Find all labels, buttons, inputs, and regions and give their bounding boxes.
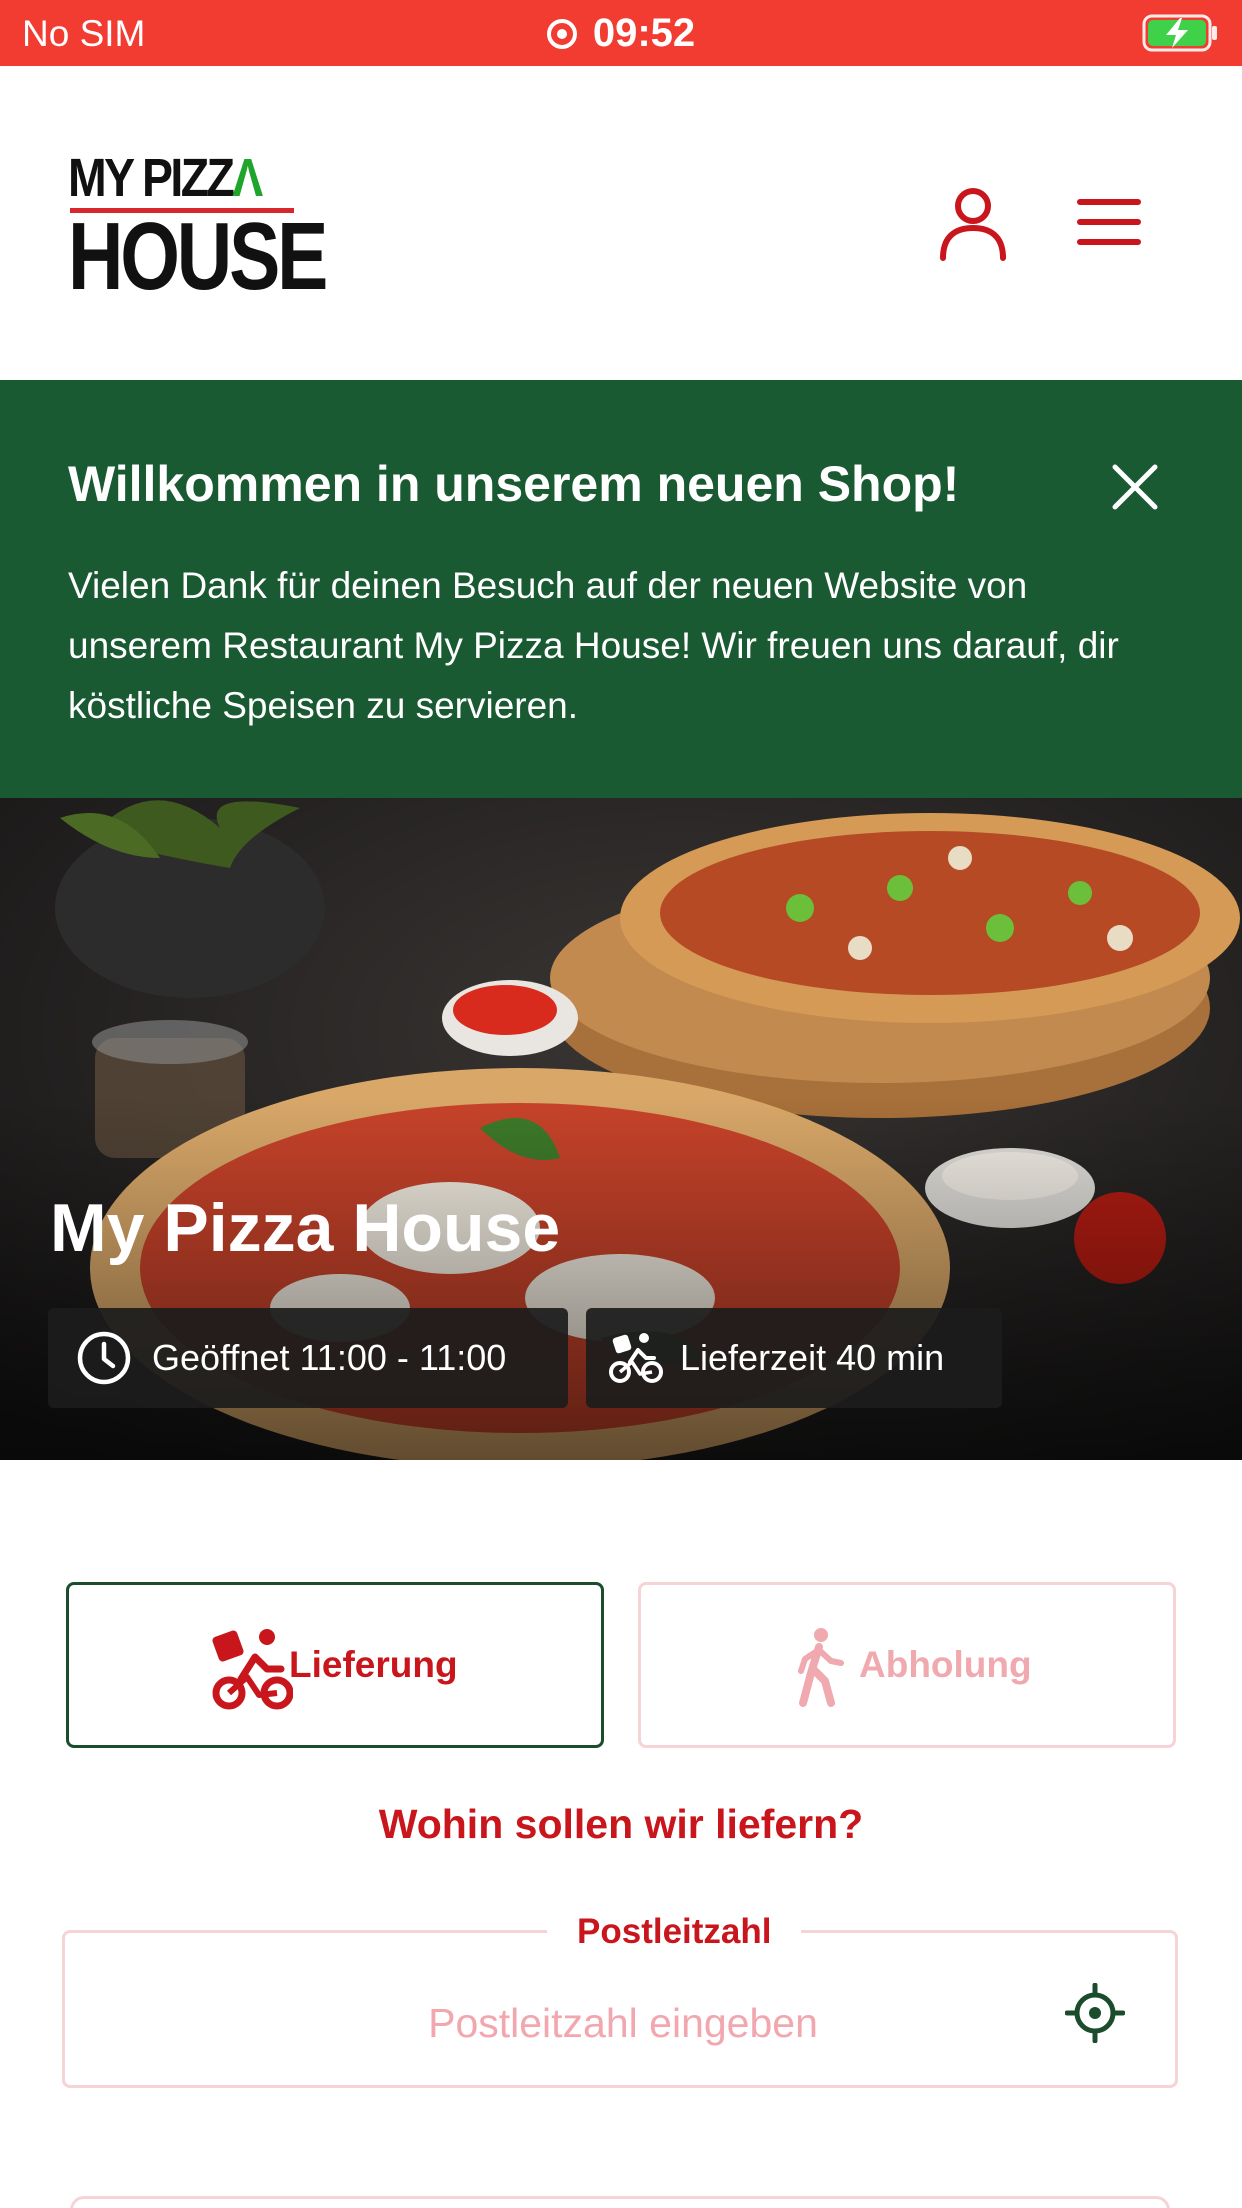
locate-crosshair-icon[interactable]: [1065, 1983, 1125, 2043]
hero-section: My Pizza House Geöffnet 11:00 - 11:00 Li…: [0, 798, 1242, 1460]
status-time: 09:52: [592, 11, 696, 55]
user-icon[interactable]: [938, 186, 1008, 262]
cyclist-icon: [609, 1333, 663, 1383]
clock-icon: [77, 1331, 131, 1385]
delivery-time-text: Lieferzeit 40 min: [680, 1337, 945, 1378]
logo-line2: HOUSE: [68, 203, 328, 310]
delivery-option-label: Lieferung: [289, 1644, 458, 1685]
logo-line1: MY PIZZΛ: [68, 148, 263, 208]
site-header: MY PIZZΛ HOUSE: [0, 66, 1242, 380]
delivery-question: Wohin sollen wir liefern?: [378, 1801, 864, 1847]
opening-hours-text: Geöffnet 11:00 - 11:00: [152, 1337, 507, 1378]
logo-accent: Λ: [232, 148, 263, 208]
walking-person-icon: [798, 1628, 844, 1707]
welcome-banner: Willkommen in unserem neuen Shop! Vielen…: [0, 380, 1242, 798]
opening-hours-chip: Geöffnet 11:00 - 11:00: [48, 1308, 568, 1408]
screen-recording-icon: [546, 19, 577, 49]
pickup-option-button[interactable]: Abholung: [638, 1582, 1176, 1748]
delivery-time-chip: Lieferzeit 40 min: [586, 1308, 1002, 1408]
next-field-outline: [70, 2196, 1170, 2208]
restaurant-name: My Pizza House: [50, 1190, 561, 1266]
postcode-label: Postleitzahl: [547, 1907, 802, 1957]
status-time-group: 09:52: [0, 12, 1242, 54]
close-icon[interactable]: [1110, 462, 1160, 512]
postcode-input[interactable]: [65, 1983, 1181, 2063]
pickup-option-label: Abholung: [859, 1644, 1032, 1685]
hamburger-menu-icon[interactable]: [1076, 196, 1142, 248]
postcode-field: Postleitzahl: [62, 1907, 1181, 2088]
delivery-bike-icon: [212, 1629, 293, 1710]
banner-title: Willkommen in unserem neuen Shop!: [68, 456, 960, 512]
banner-text: Vielen Dank für deinen Besuch auf der ne…: [68, 565, 1119, 726]
status-bar: No SIM 09:52: [0, 0, 1242, 66]
battery-charging-icon: [1142, 14, 1217, 52]
delivery-option-button[interactable]: Lieferung: [66, 1582, 604, 1748]
my-pizza-house-logo[interactable]: MY PIZZΛ HOUSE: [68, 148, 328, 305]
